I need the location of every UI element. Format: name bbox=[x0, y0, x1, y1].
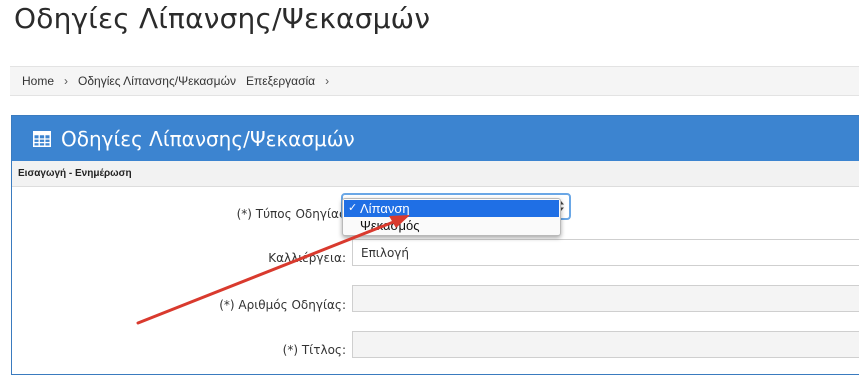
page-title: Οδηγίες Λίπανσης/Ψεκασμών bbox=[14, 2, 431, 35]
option-label: Ψεκασμός bbox=[360, 218, 420, 233]
breadcrumb: Home › Οδηγίες Λίπανσης/Ψεκασμών Επεξεργ… bbox=[10, 66, 859, 96]
crop-label-box: Καλλιέργεια: bbox=[12, 251, 346, 267]
type-dropdown-menu: ✓ Λίπανση Ψεκασμός bbox=[342, 198, 561, 236]
option-label: Λίπανση bbox=[360, 201, 410, 216]
dropdown-option-psekasmos[interactable]: Ψεκασμός bbox=[344, 217, 559, 234]
checkmark-icon: ✓ bbox=[348, 202, 358, 214]
table-icon bbox=[33, 130, 51, 147]
panel-title: Οδηγίες Λίπανσης/Ψεκασμών bbox=[61, 126, 355, 151]
breadcrumb-current: Επεξεργασία bbox=[245, 74, 316, 88]
breadcrumb-separator: › bbox=[64, 74, 69, 88]
breadcrumb-instructions-link[interactable]: Οδηγίες Λίπανσης/Ψεκασμών bbox=[78, 74, 236, 88]
dropdown-option-lipansi[interactable]: ✓ Λίπανση bbox=[344, 200, 559, 217]
number-input[interactable] bbox=[352, 285, 859, 312]
instructions-panel: Οδηγίες Λίπανσης/Ψεκασμών Εισαγωγή - Ενη… bbox=[11, 115, 859, 375]
title-label: (*) Τίτλος: bbox=[282, 343, 346, 357]
section-header: Εισαγωγή - Ενημέρωση bbox=[12, 161, 859, 187]
title-input[interactable] bbox=[352, 331, 859, 358]
type-label-box: (*) Τύπος Οδηγίας bbox=[12, 207, 346, 223]
panel-heading: Οδηγίες Λίπανσης/Ψεκασμών bbox=[12, 116, 859, 161]
title-label-box: (*) Τίτλος: bbox=[12, 343, 346, 359]
number-label-box: (*) Αριθμός Οδηγίας: bbox=[12, 298, 346, 314]
type-label: (*) Τύπος Οδηγίας bbox=[236, 207, 346, 221]
breadcrumb-separator: › bbox=[325, 74, 330, 88]
section-label: Εισαγωγή - Ενημέρωση bbox=[18, 168, 132, 179]
number-label: (*) Αριθμός Οδηγίας: bbox=[219, 298, 346, 312]
crop-label: Καλλιέργεια: bbox=[268, 251, 346, 265]
crop-select[interactable]: Επιλογή bbox=[352, 239, 859, 266]
breadcrumb-home-link[interactable]: Home bbox=[22, 74, 54, 88]
